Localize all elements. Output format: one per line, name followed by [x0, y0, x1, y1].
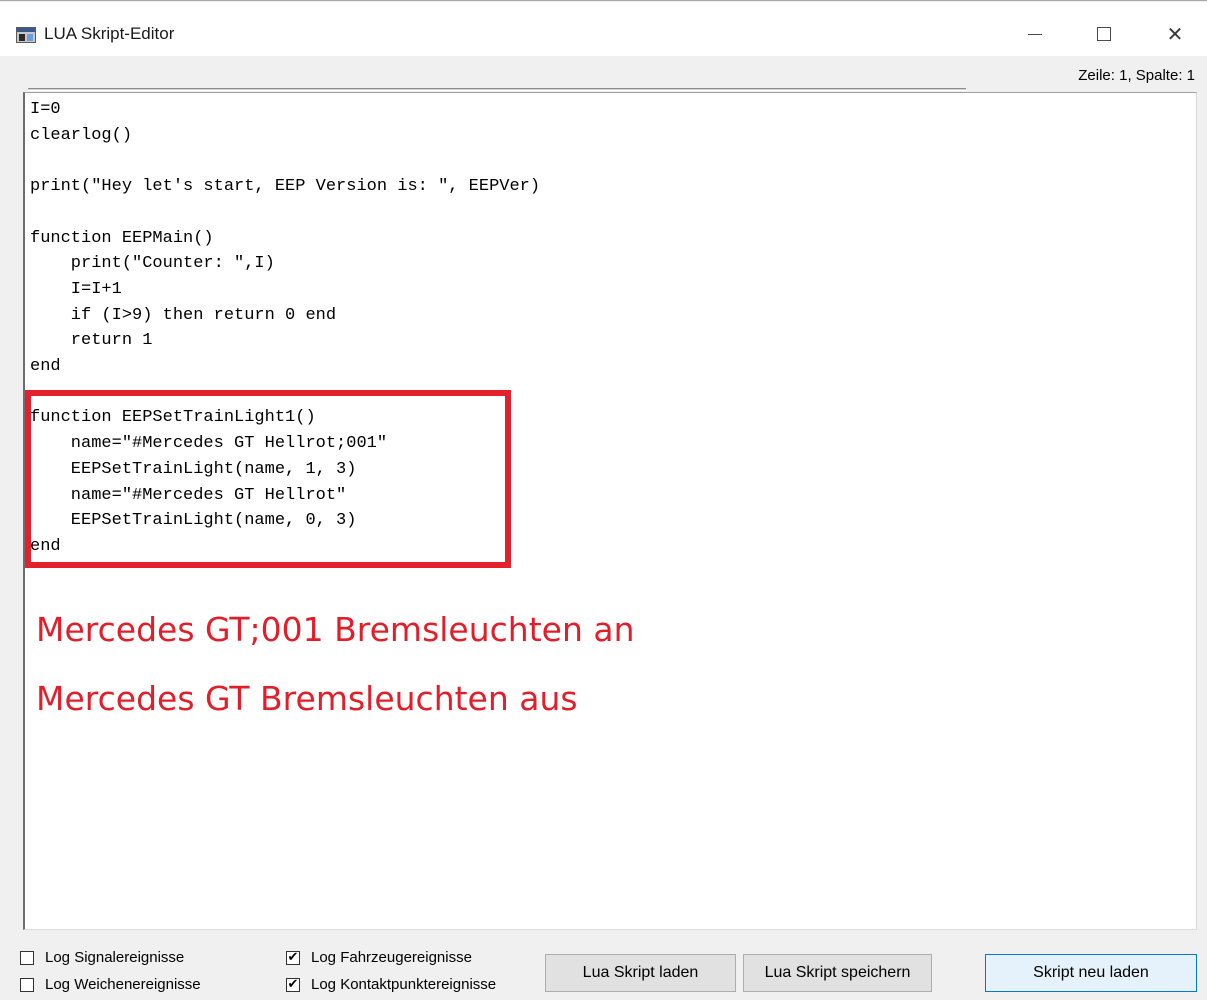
- status-separator: [28, 88, 966, 91]
- reload-script-button[interactable]: Skript neu laden: [985, 954, 1197, 992]
- code-line[interactable]: print("Counter: ",I): [30, 251, 540, 277]
- app-icon-block-dark: [19, 34, 25, 41]
- lua-editor-window: LUA Skript-Editor ✕ Zeile: 1, Spalte: 1 …: [0, 0, 1207, 1000]
- checkbox-log-vehicle[interactable]: ✔ Log Fahrzeugereignisse: [286, 949, 472, 966]
- code-line[interactable]: clearlog(): [30, 123, 540, 149]
- close-button[interactable]: ✕: [1152, 16, 1198, 52]
- checkbox-log-signal[interactable]: Log Signalereignisse: [20, 949, 184, 966]
- checkbox-contact-label: Log Kontaktpunktereignisse: [311, 976, 497, 993]
- window-title: LUA Skript-Editor: [44, 24, 175, 43]
- code-line[interactable]: if (I>9) then return 0 end: [30, 303, 540, 329]
- save-script-button[interactable]: Lua Skript speichern: [743, 954, 932, 992]
- code-line[interactable]: [30, 148, 540, 174]
- highlight-box: [25, 390, 511, 568]
- checkbox-signal-label: Log Signalereignisse: [45, 949, 185, 966]
- code-line[interactable]: I=0: [30, 97, 540, 123]
- maximize-icon: [1097, 27, 1111, 41]
- load-script-button[interactable]: Lua Skript laden: [545, 954, 736, 992]
- code-line[interactable]: end: [30, 354, 540, 380]
- annotation-brake-lights-off: Mercedes GT Bremsleuchten aus: [36, 679, 578, 718]
- app-icon-block-blue: [27, 34, 33, 41]
- code-line[interactable]: print("Hey let's start, EEP Version is: …: [30, 174, 540, 200]
- app-icon: [16, 27, 36, 43]
- minimize-icon: [1028, 33, 1042, 35]
- checkbox-contact-box[interactable]: ✔: [286, 976, 300, 992]
- minimize-button[interactable]: [1012, 16, 1058, 52]
- title-bar[interactable]: LUA Skript-Editor ✕: [0, 2, 1207, 56]
- checkbox-log-contact[interactable]: ✔ Log Kontaktpunktereignisse: [286, 976, 496, 993]
- close-icon: ✕: [1166, 22, 1184, 46]
- app-icon-bar: [17, 28, 35, 32]
- checkmark-icon: ✔: [287, 976, 299, 992]
- code-line[interactable]: return 1: [30, 328, 540, 354]
- code-line[interactable]: [30, 200, 540, 226]
- checkbox-vehicle-label: Log Fahrzeugereignisse: [311, 949, 472, 966]
- checkbox-log-switch[interactable]: Log Weichenereignisse: [20, 976, 201, 993]
- code-editor[interactable]: I=0 clearlog() print("Hey let's start, EE…: [23, 92, 1197, 930]
- annotation-brake-lights-on: Mercedes GT;001 Bremsleuchten an: [36, 610, 635, 649]
- checkmark-icon: ✔: [287, 949, 299, 965]
- maximize-button[interactable]: [1081, 16, 1127, 52]
- code-line[interactable]: I=I+1: [30, 277, 540, 303]
- code-line[interactable]: function EEPMain(): [30, 226, 540, 252]
- checkbox-switch-box[interactable]: [20, 977, 34, 992]
- checkbox-switch-label: Log Weichenereignisse: [45, 976, 201, 993]
- checkbox-signal-box[interactable]: [20, 950, 34, 965]
- cursor-position: Zeile: 1, Spalte: 1: [1078, 67, 1195, 84]
- checkbox-vehicle-box[interactable]: ✔: [286, 949, 300, 965]
